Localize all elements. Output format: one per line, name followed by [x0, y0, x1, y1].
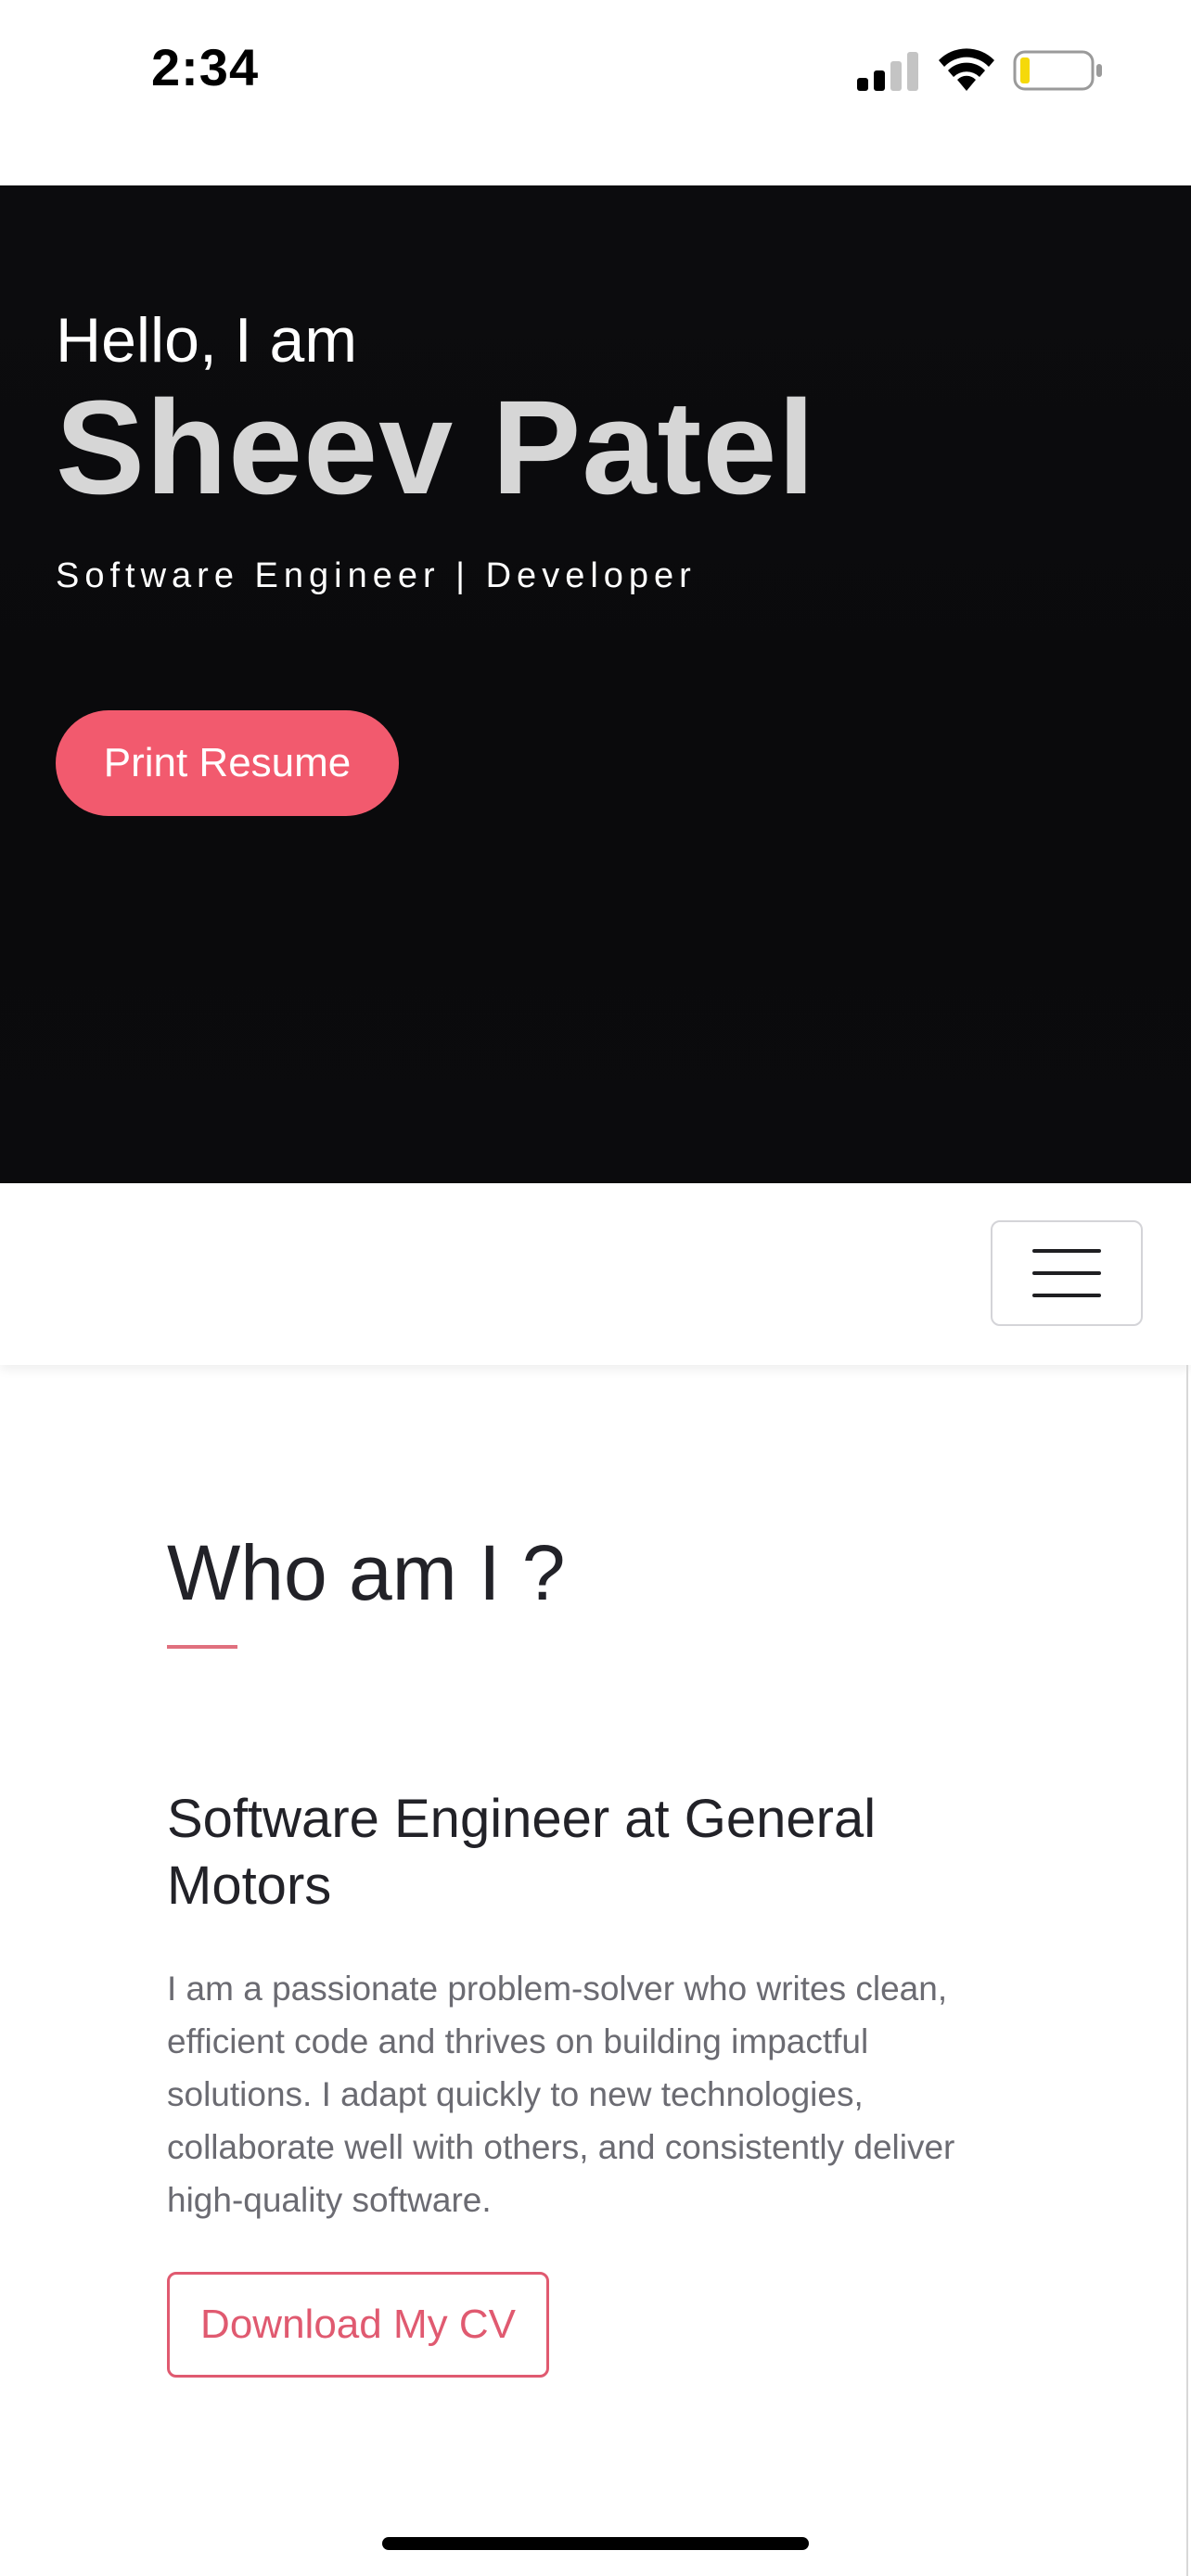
hero-section: Hello, I am Sheev Patel Software Enginee… [0, 185, 1191, 1183]
section-title: Who am I ? [167, 1529, 566, 1616]
battery-low-icon [1013, 50, 1102, 91]
hero-greeting: Hello, I am [56, 305, 357, 376]
hero-subtitle: Software Engineer | Developer [56, 556, 697, 595]
title-underline [167, 1645, 237, 1649]
download-cv-button[interactable]: Download My CV [167, 2272, 549, 2378]
bio-paragraph: I am a passionate problem-solver who wri… [167, 1970, 955, 2219]
job-role-heading: Software Engineer at General Motors [167, 1789, 877, 1916]
hero-name: Sheev Patel [56, 373, 816, 522]
hamburger-menu-icon-bar [1032, 1294, 1101, 1297]
cellular-signal-icon [857, 52, 918, 91]
status-time: 2:34 [151, 38, 260, 96]
hamburger-menu-icon [1032, 1249, 1101, 1253]
hamburger-menu-icon-bar [1032, 1271, 1101, 1275]
page-edge-divider [1186, 1365, 1188, 2576]
navbar [0, 1183, 1191, 1365]
home-indicator[interactable] [382, 2537, 809, 2550]
wifi-icon [939, 48, 994, 91]
print-resume-button[interactable]: Print Resume [56, 710, 399, 816]
menu-toggle-button[interactable] [991, 1220, 1143, 1326]
status-bar: 2:34 [0, 0, 1191, 185]
